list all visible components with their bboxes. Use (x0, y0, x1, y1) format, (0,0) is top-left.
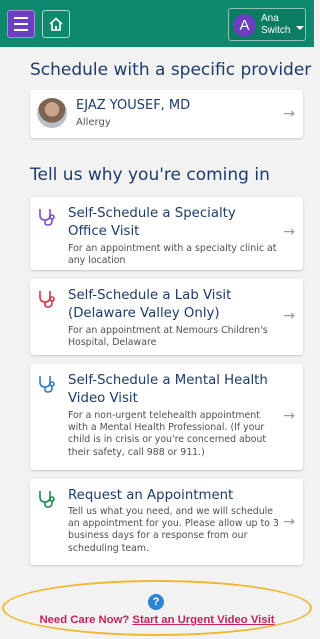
visit-option-title: Self-Schedule a Specialty Office Visit (68, 206, 236, 239)
arrow-right-icon: → (283, 514, 295, 530)
provider-card[interactable]: EJAZ YOUSEF, MD Allergy → (30, 90, 303, 138)
chevron-down-icon (296, 26, 304, 30)
provider-photo (37, 98, 67, 128)
visit-section-heading: Tell us why you're coming in (30, 165, 270, 185)
user-name: Ana Switch (261, 13, 291, 36)
menu-button[interactable] (7, 10, 35, 38)
avatar: A (233, 14, 256, 37)
stethoscope-icon (39, 291, 55, 308)
visit-option-title: Request an Appointment (68, 488, 234, 503)
provider-name: EJAZ YOUSEF, MD (76, 98, 191, 113)
visit-option-title: Self-Schedule a Mental Health Video Visi… (68, 373, 268, 406)
home-button[interactable] (42, 10, 70, 38)
stethoscope-icon (39, 491, 55, 508)
visit-option-lab-visit[interactable]: Self-Schedule a Lab Visit (Delaware Vall… (30, 279, 303, 355)
visit-option-mental-health[interactable]: Self-Schedule a Mental Health Video Visi… (30, 364, 303, 470)
arrow-right-icon: → (283, 224, 295, 240)
urgent-care-prefix: Need Care Now? (39, 614, 130, 626)
provider-specialty: Allergy (76, 117, 111, 128)
visit-option-specialty-office[interactable]: Self-Schedule a Specialty Office Visit F… (30, 197, 303, 270)
home-icon (49, 17, 63, 31)
arrow-right-icon: → (283, 106, 295, 122)
visit-option-request-appointment[interactable]: Request an Appointment Tell us what you … (30, 479, 303, 565)
stethoscope-icon (39, 376, 55, 393)
urgent-care-banner: Need Care Now? Start an Urgent Video Vis… (0, 614, 314, 626)
urgent-video-visit-link[interactable]: Start an Urgent Video Visit (132, 614, 274, 626)
hamburger-icon (14, 17, 28, 19)
stethoscope-icon (39, 209, 55, 226)
visit-option-description: For an appointment with a specialty clin… (68, 243, 277, 267)
help-icon[interactable]: ? (148, 594, 164, 610)
visit-option-description: For a non-urgent telehealth appointment … (68, 410, 267, 458)
arrow-right-icon: → (283, 408, 295, 424)
switch-user-button[interactable]: A Ana Switch (228, 8, 306, 41)
visit-option-title: Self-Schedule a Lab Visit (Delaware Vall… (68, 288, 232, 321)
provider-section-heading: Schedule with a specific provider (30, 60, 312, 80)
visit-option-description: Tell us what you need, and we will sched… (68, 506, 279, 554)
top-bar: A Ana Switch (0, 0, 314, 47)
arrow-right-icon: → (283, 308, 295, 324)
visit-option-description: For an appointment at Nemours Children's… (68, 325, 268, 349)
